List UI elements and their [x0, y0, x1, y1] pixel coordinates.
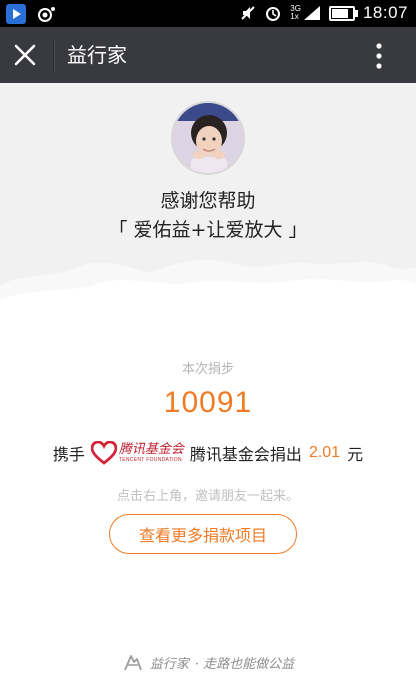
donation-prefix: 携手: [52, 445, 85, 464]
more-projects-button[interactable]: 查看更多捐款项目: [109, 514, 297, 554]
title-bar: 益行家: [0, 27, 416, 83]
foundation-logo-en: TENCENT FOUNDATION: [118, 456, 182, 463]
play-app-icon: [6, 4, 26, 24]
page-content: 感谢您帮助 「 爱佑益+让爱放大 」 本次捐步 10091 携手 腾讯基金会 T…: [0, 83, 416, 691]
more-menu-button[interactable]: [364, 41, 394, 71]
clock: 18:07: [362, 3, 408, 22]
system-status: 3G 1x 18:07: [240, 3, 408, 23]
more-vertical-icon: [376, 43, 382, 69]
currency-unit: 元: [347, 445, 364, 464]
battery-icon: [328, 5, 358, 21]
foundation-logo-cn: 腾讯基金会: [118, 441, 184, 457]
status-bar: 3G 1x 18:07: [0, 0, 416, 27]
page-title: 益行家: [67, 43, 127, 67]
project-name: 「 爱佑益+让爱放大 」: [108, 219, 308, 241]
donation-amount: 2.01: [308, 444, 341, 461]
donation-line: 携手 腾讯基金会 TENCENT FOUNDATION 腾讯基金会捐出 2.01…: [0, 439, 416, 467]
heart-icon: [90, 441, 117, 465]
mute-icon: [241, 6, 255, 20]
alarm-icon: [266, 7, 281, 21]
network-indicator: 3G 1x: [290, 5, 321, 21]
footer-brand: 益行家: [149, 656, 189, 672]
battery-level: [331, 8, 348, 18]
close-icon: [14, 44, 36, 66]
thanks-text: 感谢您帮助: [160, 190, 256, 212]
notification-icons: [6, 4, 56, 24]
child-photo: [173, 103, 243, 173]
sim-label: 1x: [290, 12, 299, 21]
yixingjia-logo-icon: [124, 655, 142, 671]
hero-section: 感谢您帮助 「 爱佑益+让爱放大 」: [0, 83, 416, 333]
steps-value: 10091: [163, 386, 253, 419]
signal-icon: [303, 6, 320, 20]
footer: 益行家 · 走路也能做公益: [0, 649, 416, 675]
title-divider: [53, 39, 54, 71]
mountain-decoration: [0, 259, 416, 333]
close-button[interactable]: [9, 39, 41, 71]
avatar: [171, 101, 245, 175]
footer-slogan: · 走路也能做公益: [194, 656, 295, 672]
steps-label: 本次捐步: [181, 362, 234, 377]
camera-icon: [38, 7, 55, 22]
tencent-foundation-logo: 腾讯基金会 TENCENT FOUNDATION: [90, 441, 184, 465]
share-hint: 点击右上角，邀请朋友一起来。: [116, 489, 299, 504]
foundation-name: 腾讯基金会捐出: [189, 445, 302, 464]
